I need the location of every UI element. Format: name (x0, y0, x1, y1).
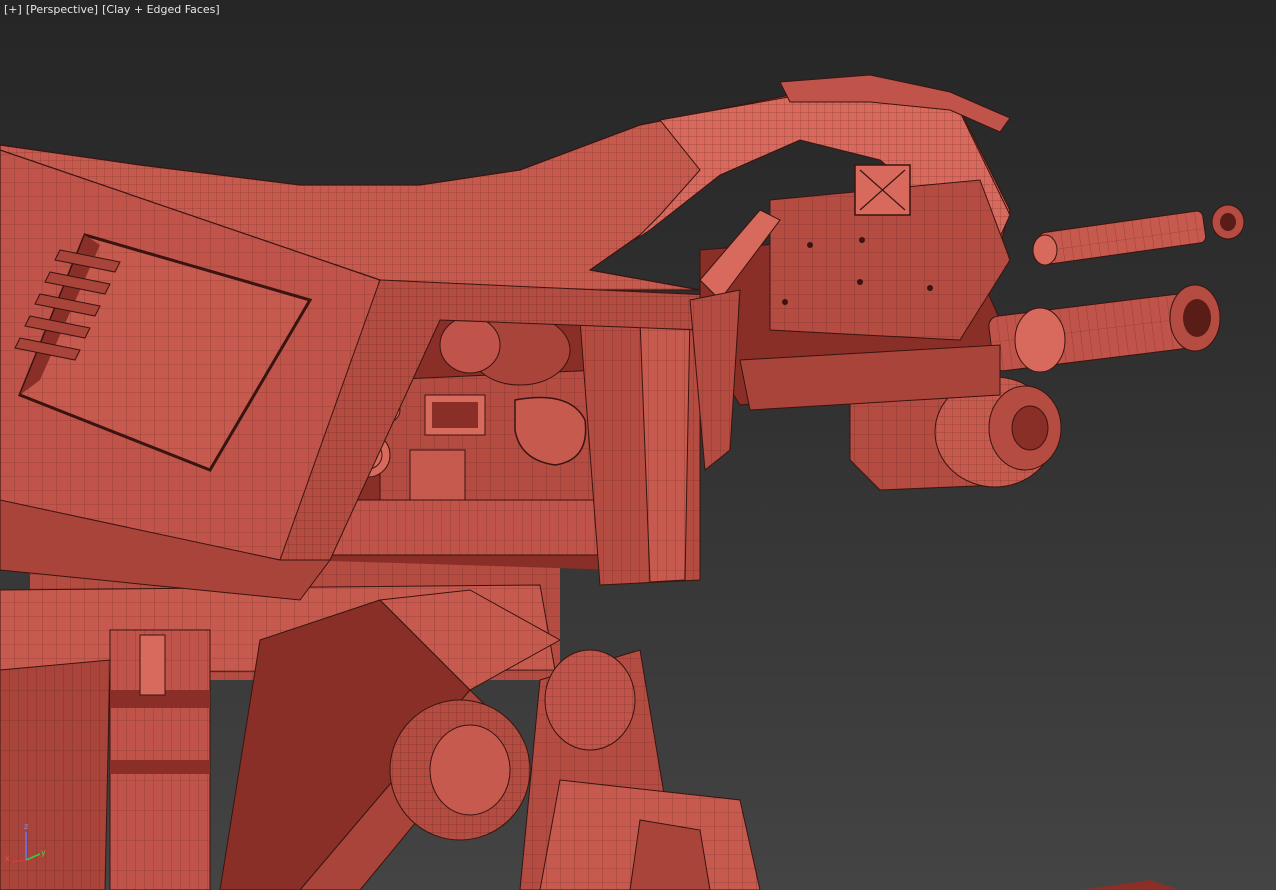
axis-gizmo: z x y (4, 822, 48, 868)
viewport-label-bar: [+] [Perspective] [Clay + Edged Faces] (4, 3, 224, 16)
shading-mode-button[interactable]: [Clay + Edged Faces] (102, 3, 220, 16)
head-cannons (689, 164, 1245, 491)
z-axis-label: z (24, 822, 29, 831)
view-type-button[interactable]: [Perspective] (26, 3, 98, 16)
perspective-viewport[interactable]: [+] [Perspective] [Clay + Edged Faces] z… (0, 0, 1276, 890)
mech-model-render[interactable] (0, 0, 1276, 890)
x-axis-line (11, 859, 27, 863)
viewport-menu-button[interactable]: [+] (4, 3, 22, 16)
y-axis-line (25, 853, 41, 861)
y-axis-label: y (41, 848, 46, 857)
lower-body (0, 555, 1180, 890)
x-axis-label: x (5, 854, 10, 863)
